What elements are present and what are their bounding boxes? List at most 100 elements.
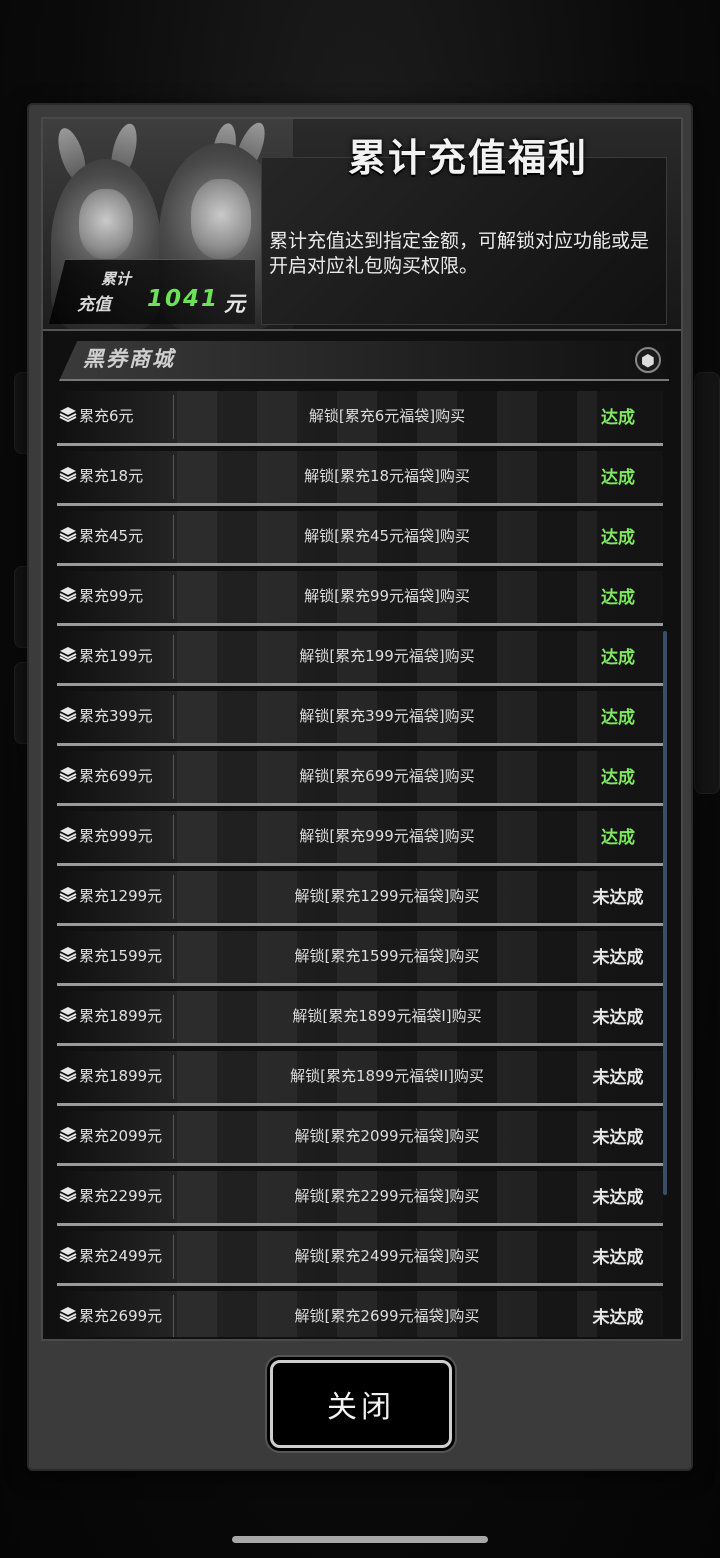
row-status: 达成	[601, 588, 635, 608]
row-description: 解锁[累充1299元福袋]购买	[294, 887, 480, 905]
stack-icon	[59, 765, 77, 783]
row-description: 解锁[累充2099元福袋]购买	[294, 1127, 480, 1145]
rewards-panel: 累计充值福利 累计充值达到指定金额，可解锁对应功能或是开启对应礼包购买权限。 累…	[41, 117, 683, 1341]
row-amount: 累充199元	[79, 647, 153, 665]
total-label-line2: 充值	[77, 295, 111, 315]
row-divider	[173, 1175, 174, 1219]
row-status: 达成	[601, 468, 635, 488]
home-indicator[interactable]	[232, 1536, 488, 1543]
row-amount: 累充699元	[79, 767, 153, 785]
list-scrollbar[interactable]	[663, 631, 667, 1195]
row-amount: 累充18元	[79, 467, 144, 485]
row-divider	[173, 635, 174, 679]
row-divider	[173, 695, 174, 739]
total-label-line1: 累计	[101, 270, 132, 288]
row-divider	[173, 1055, 174, 1099]
reward-row: 累充2099元 解锁[累充2099元福袋]购买 未达成	[57, 1111, 663, 1166]
row-divider	[173, 995, 174, 1039]
row-description: 解锁[累充45元福袋]购买	[304, 527, 470, 545]
row-amount: 累充6元	[79, 407, 134, 425]
row-status: 未达成	[592, 888, 644, 908]
reward-row: 累充699元 解锁[累充699元福袋]购买 达成	[57, 751, 663, 806]
total-recharge-unit: 元	[224, 292, 245, 316]
reward-row: 累充6元 解锁[累充6元福袋]购买 达成	[57, 391, 663, 446]
stack-icon	[59, 945, 77, 963]
stack-icon	[59, 645, 77, 663]
row-status: 未达成	[592, 1068, 644, 1088]
row-amount: 累充1299元	[79, 887, 163, 905]
row-description: 解锁[累充2299元福袋]购买	[294, 1187, 480, 1205]
reward-row: 累充18元 解锁[累充18元福袋]购买 达成	[57, 451, 663, 506]
row-divider	[173, 875, 174, 919]
row-status: 达成	[601, 528, 635, 548]
row-amount: 累充999元	[79, 827, 153, 845]
row-divider	[173, 1235, 174, 1279]
row-amount: 累充1899元	[79, 1007, 163, 1025]
reward-row: 累充2299元 解锁[累充2299元福袋]购买 未达成	[57, 1171, 663, 1226]
reward-row: 累充1899元 解锁[累充1899元福袋II]购买 未达成	[57, 1051, 663, 1106]
stack-icon	[59, 705, 77, 723]
row-description: 解锁[累充199元福袋]购买	[299, 647, 475, 665]
reward-row: 累充1599元 解锁[累充1599元福袋]购买 未达成	[57, 931, 663, 986]
reward-row: 累充999元 解锁[累充999元福袋]购买 达成	[57, 811, 663, 866]
row-description: 解锁[累充399元福袋]购买	[299, 707, 475, 725]
row-status: 未达成	[592, 1248, 644, 1268]
row-divider	[173, 455, 174, 499]
reward-row: 累充99元 解锁[累充99元福袋]购买 达成	[57, 571, 663, 626]
stack-icon	[59, 465, 77, 483]
stack-icon	[59, 825, 77, 843]
reward-row: 累充2499元 解锁[累充2499元福袋]购买 未达成	[57, 1231, 663, 1286]
row-description: 解锁[累充2699元福袋]购买	[294, 1307, 480, 1325]
row-description: 解锁[累充1899元福袋II]购买	[290, 1067, 484, 1085]
stack-icon	[59, 585, 77, 603]
close-button[interactable]: 关闭	[270, 1360, 452, 1448]
section-title: 黑券商城	[83, 347, 175, 371]
stack-icon	[59, 525, 77, 543]
reward-row: 累充399元 解锁[累充399元福袋]购买 达成	[57, 691, 663, 746]
row-amount: 累充1899元	[79, 1067, 163, 1085]
row-amount: 累充1599元	[79, 947, 163, 965]
stack-icon	[59, 1305, 77, 1323]
hexagon-icon: ⬢	[635, 347, 661, 373]
reward-row: 累充45元 解锁[累充45元福袋]购买 达成	[57, 511, 663, 566]
reward-list[interactable]: 累充6元 解锁[累充6元福袋]购买 达成 累充18元 解锁[累充18元福袋]购买 达成 累充…	[57, 391, 663, 1337]
row-status: 未达成	[592, 1188, 644, 1208]
row-status: 达成	[601, 828, 635, 848]
row-status: 达成	[601, 768, 635, 788]
rewards-description: 累计充值达到指定金额，可解锁对应功能或是开启对应礼包购买权限。	[269, 230, 650, 277]
row-amount: 累充45元	[79, 527, 144, 545]
row-amount: 累充2699元	[79, 1307, 163, 1325]
rewards-header: 累计充值福利 累计充值达到指定金额，可解锁对应功能或是开启对应礼包购买权限。 累…	[43, 119, 681, 331]
section-header: 黑券商城 ⬢	[59, 341, 669, 381]
total-recharge-badge: 累计 充值 1041 元	[49, 259, 255, 324]
row-divider	[173, 935, 174, 979]
row-description: 解锁[累充999元福袋]购买	[299, 827, 475, 845]
row-description: 解锁[累充18元福袋]购买	[304, 467, 470, 485]
row-description: 解锁[累充699元福袋]购买	[299, 767, 475, 785]
row-status: 达成	[601, 648, 635, 668]
stack-icon	[59, 1005, 77, 1023]
row-divider	[173, 1115, 174, 1159]
stack-icon	[59, 885, 77, 903]
row-status: 达成	[601, 708, 635, 728]
reward-row: 累充199元 解锁[累充199元福袋]购买 达成	[57, 631, 663, 686]
row-description: 解锁[累充6元福袋]购买	[308, 407, 466, 425]
character-right-face	[191, 179, 251, 259]
row-status: 未达成	[592, 1308, 644, 1328]
stack-icon	[59, 1185, 77, 1203]
row-amount: 累充2299元	[79, 1187, 163, 1205]
stack-icon	[59, 1065, 77, 1083]
row-divider	[173, 815, 174, 859]
reward-row: 累充1299元 解锁[累充1299元福袋]购买 未达成	[57, 871, 663, 926]
row-status: 未达成	[592, 948, 644, 968]
row-divider	[173, 395, 174, 439]
row-amount: 累充99元	[79, 587, 144, 605]
row-description: 解锁[累充2499元福袋]购买	[294, 1247, 480, 1265]
row-amount: 累充2099元	[79, 1127, 163, 1145]
stack-icon	[59, 1245, 77, 1263]
recharge-rewards-modal: 累计充值福利 累计充值达到指定金额，可解锁对应功能或是开启对应礼包购买权限。 累…	[27, 103, 693, 1471]
row-description: 解锁[累充99元福袋]购买	[304, 587, 470, 605]
row-amount: 累充2499元	[79, 1247, 163, 1265]
row-status: 未达成	[592, 1008, 644, 1028]
row-description: 解锁[累充1899元福袋I]购买	[292, 1007, 482, 1025]
